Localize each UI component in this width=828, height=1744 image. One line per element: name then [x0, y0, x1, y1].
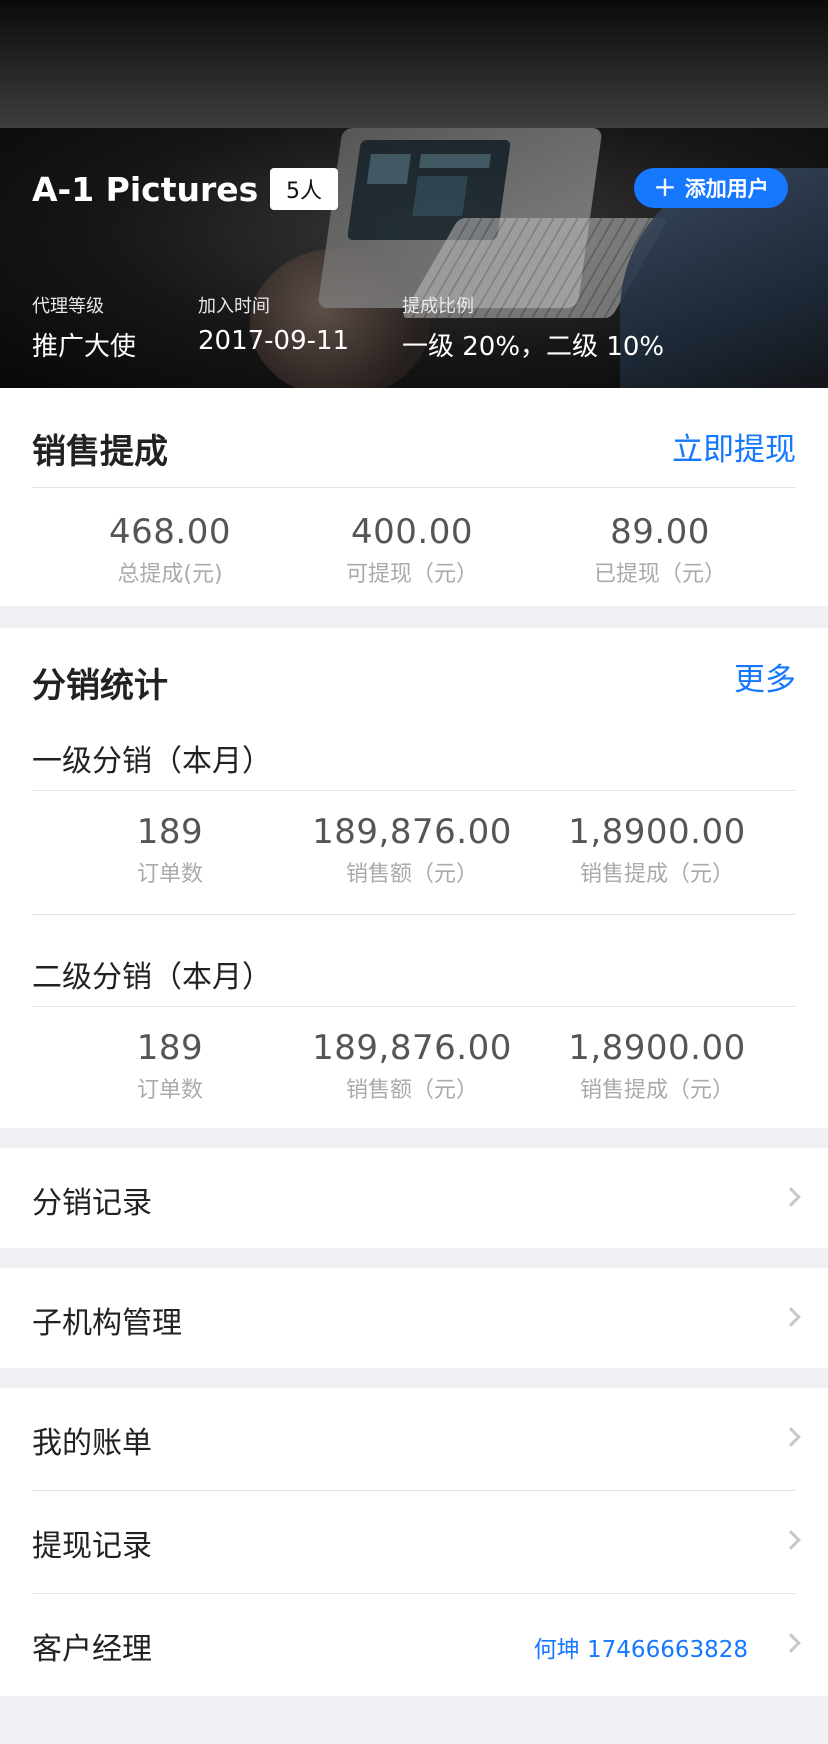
chevron-right-icon: [781, 1633, 801, 1653]
company-name: A-1 Pictures: [32, 170, 259, 209]
stat-value: 189: [136, 812, 204, 852]
stat-value: 1,8900.00: [568, 1028, 746, 1068]
level1-orders-stat: 189 订单数: [40, 812, 300, 888]
menu-label: 客户经理: [32, 1632, 152, 1667]
stat-value: 400.00: [351, 512, 473, 552]
chevron-right-icon: [781, 1530, 801, 1550]
menu-label: 提现记录: [32, 1529, 152, 1564]
stat-caption: 总提成(元): [117, 562, 223, 587]
stat-value: 189,876.00: [312, 1028, 512, 1068]
chevron-right-icon: [781, 1187, 801, 1207]
level1-sales-stat: 189,876.00 销售额（元）: [282, 812, 542, 888]
commission-rate-label: 提成比例: [402, 296, 474, 317]
level2-orders-stat: 189 订单数: [40, 1028, 300, 1104]
distribution-stats-card: 分销统计 更多 一级分销（本月） 189 订单数 189,876.00 销售额（…: [0, 628, 828, 1128]
add-user-button[interactable]: + 添加用户: [634, 168, 788, 208]
status-bar: [0, 0, 828, 128]
level1-title: 一级分销（本月）: [32, 744, 272, 779]
plus-icon: +: [653, 169, 677, 203]
agent-level-value: 推广大使: [32, 332, 137, 362]
level1-commission-stat: 1,8900.00 销售提成（元）: [527, 812, 787, 888]
stat-caption: 订单数: [136, 1078, 203, 1103]
menu-label: 我的账单: [32, 1426, 152, 1461]
stat-caption: 销售提成（元）: [579, 1078, 734, 1103]
distribution-stats-title: 分销统计: [32, 666, 168, 706]
agent-level-label: 代理等级: [32, 296, 104, 317]
join-date-label: 加入时间: [198, 296, 270, 317]
divider: [32, 487, 796, 488]
divider: [32, 1006, 796, 1007]
stat-caption: 销售额（元）: [345, 862, 478, 887]
level2-commission-stat: 1,8900.00 销售提成（元）: [527, 1028, 787, 1104]
join-date: 加入时间 2017-09-11: [198, 292, 349, 356]
menu-distribution-records[interactable]: 分销记录: [0, 1148, 828, 1248]
chevron-right-icon: [781, 1427, 801, 1447]
chevron-right-icon: [781, 1307, 801, 1327]
level2-sales-stat: 189,876.00 销售额（元）: [282, 1028, 542, 1104]
menu-account-manager[interactable]: 客户经理 何坤 17466663828: [0, 1594, 828, 1696]
agent-level: 代理等级 推广大使: [32, 292, 136, 363]
stat-value: 468.00: [109, 512, 231, 552]
join-date-value: 2017-09-11: [198, 326, 350, 356]
divider: [32, 914, 796, 915]
member-count-badge: 5人: [270, 168, 338, 210]
stat-caption: 订单数: [136, 862, 203, 887]
stat-value: 89.00: [610, 512, 710, 552]
menu-group: 我的账单 提现记录 客户经理 何坤 17466663828: [0, 1388, 828, 1696]
total-commission-stat: 468.00 总提成(元): [40, 512, 300, 588]
divider: [32, 790, 796, 791]
menu-label: 子机构管理: [32, 1306, 182, 1341]
stat-caption: 已提现（元）: [593, 562, 726, 587]
stat-value: 189,876.00: [312, 812, 512, 852]
menu-withdraw-records[interactable]: 提现记录: [0, 1491, 828, 1593]
stat-value: 189: [136, 1028, 204, 1068]
sales-commission-card: 销售提成 立即提现 468.00 总提成(元) 400.00 可提现（元） 89…: [0, 388, 828, 606]
commission-rate-value: 一级 20%，二级 10%: [402, 332, 665, 362]
menu-label: 分销记录: [32, 1186, 152, 1221]
withdraw-now-link[interactable]: 立即提现: [672, 424, 796, 469]
menu-my-bills[interactable]: 我的账单: [0, 1388, 828, 1490]
account-manager-contact[interactable]: 何坤 17466663828: [534, 1630, 748, 1664]
menu-sub-org-management[interactable]: 子机构管理: [0, 1268, 828, 1368]
add-user-label: 添加用户: [684, 177, 769, 201]
profile-header: A-1 Pictures 5人 + 添加用户 代理等级 推广大使 加入时间 20…: [0, 0, 828, 388]
more-link[interactable]: 更多: [734, 654, 796, 699]
commission-rate: 提成比例 一级 20%，二级 10%: [402, 292, 664, 363]
withdrawn-stat: 89.00 已提现（元）: [530, 512, 790, 588]
stat-value: 1,8900.00: [568, 812, 746, 852]
stat-caption: 可提现（元）: [345, 562, 478, 587]
level2-title: 二级分销（本月）: [32, 960, 272, 995]
stat-caption: 销售额（元）: [345, 1078, 478, 1103]
withdrawable-stat: 400.00 可提现（元）: [282, 512, 542, 588]
sales-commission-title: 销售提成: [32, 432, 168, 472]
stat-caption: 销售提成（元）: [579, 862, 734, 887]
